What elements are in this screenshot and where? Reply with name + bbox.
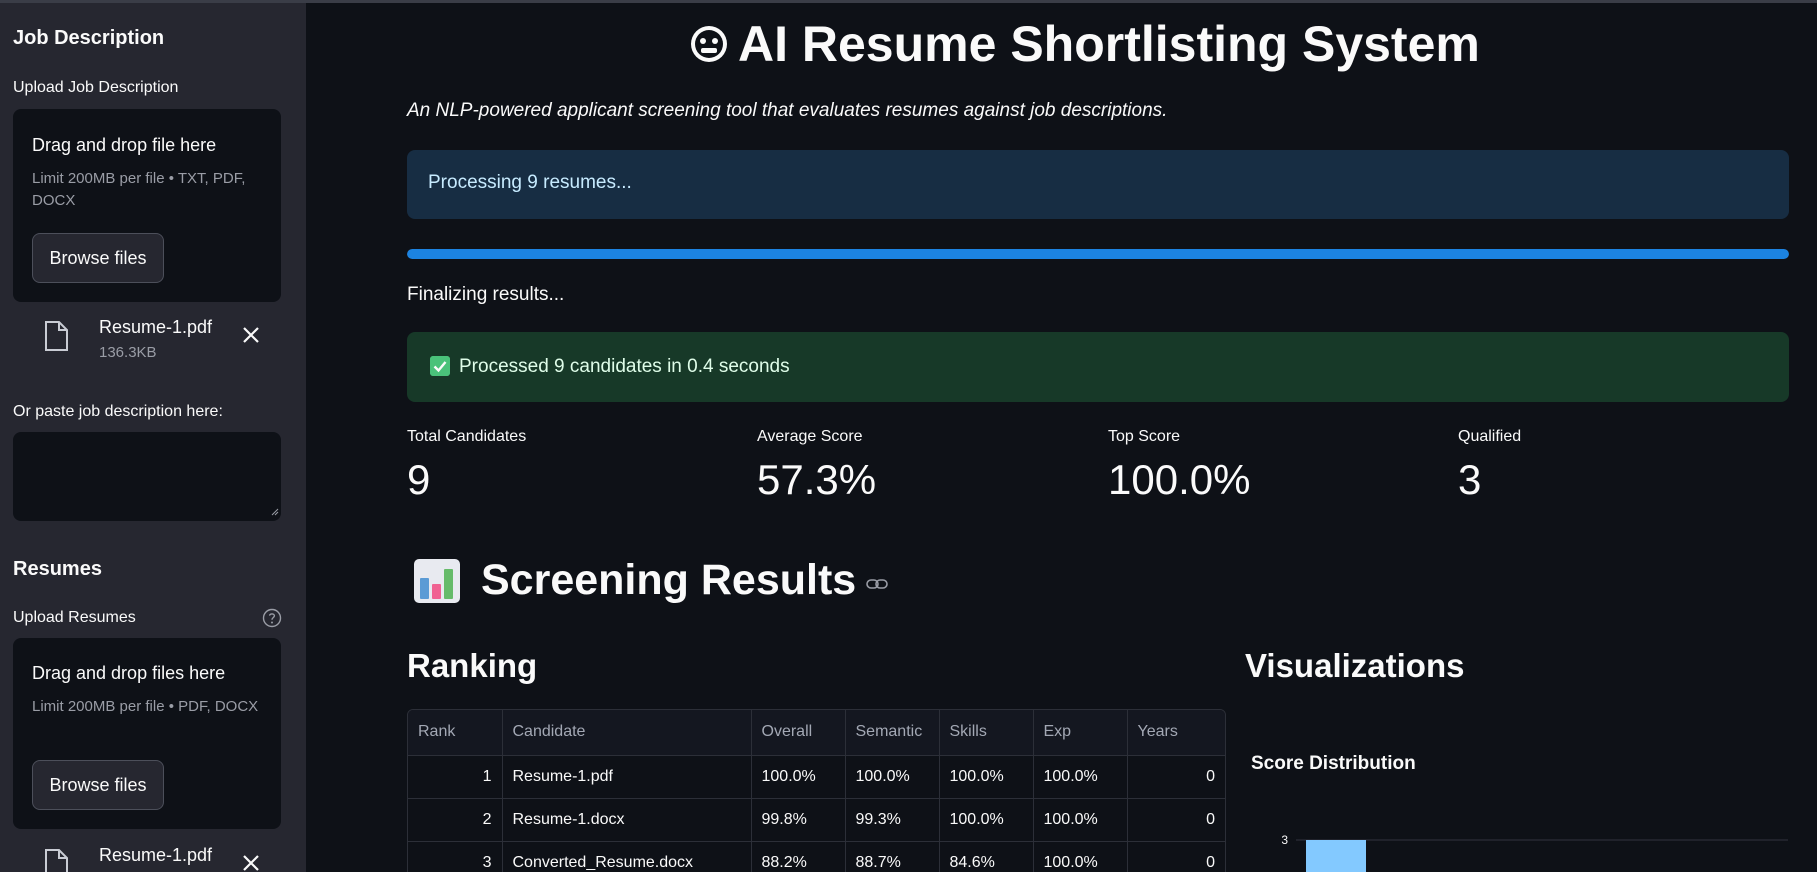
upload-resumes-label: Upload Resumes: [13, 609, 136, 626]
table-header-row: Rank Candidate Overall Semantic Skills E…: [408, 710, 1225, 756]
table-row[interactable]: 1 Resume-1.pdf 100.0% 100.0% 100.0% 100.…: [408, 755, 1225, 799]
paste-job-description-label: Or paste job description here:: [13, 403, 223, 420]
ranking-table[interactable]: Rank Candidate Overall Semantic Skills E…: [407, 709, 1226, 872]
page-title: AI Resume Shortlisting System: [688, 15, 1480, 73]
success-alert-text: Processed 9 candidates in 0.4 seconds: [459, 356, 790, 377]
table-cell[interactable]: Resume-1.docx: [502, 798, 752, 842]
uploaded-resume-file: Resume-1.pdf: [13, 841, 281, 872]
ranking-heading: Ranking: [407, 647, 538, 684]
table-cell[interactable]: 88.2%: [751, 841, 846, 872]
table-cell[interactable]: 0: [1127, 841, 1225, 872]
chart-title: Score Distribution: [1251, 753, 1416, 774]
info-alert: Processing 9 resumes...: [407, 150, 1789, 219]
dropzone-title: Drag and drop file here: [32, 135, 217, 155]
close-icon[interactable]: [239, 851, 263, 872]
table-cell[interactable]: 88.7%: [845, 841, 940, 872]
file-name: Resume-1.pdf: [99, 845, 213, 865]
job-description-heading: Job Description: [13, 27, 165, 49]
page-title-text: AI Resume Shortlisting System: [738, 16, 1480, 72]
table-cell[interactable]: 100.0%: [1033, 755, 1128, 799]
metric-value: 100.0%: [1108, 456, 1251, 503]
file-icon: [45, 849, 68, 872]
table-cell[interactable]: 2: [408, 798, 503, 842]
table-row[interactable]: 3 Converted_Resume.docx 88.2% 88.7% 84.6…: [408, 841, 1225, 872]
metric-label: Qualified: [1458, 428, 1522, 445]
metric-label: Total Candidates: [407, 428, 527, 445]
success-alert: Processed 9 candidates in 0.4 seconds: [407, 332, 1789, 402]
close-icon[interactable]: [239, 323, 263, 347]
table-cell[interactable]: 1: [408, 755, 503, 799]
section-title: Screening Results: [413, 556, 888, 605]
progress-bar-fill: [407, 249, 1789, 259]
upload-job-description-label: Upload Job Description: [13, 79, 179, 96]
metric-label: Average Score: [757, 428, 863, 445]
resize-handle-icon[interactable]: [271, 508, 279, 516]
file-size: 136.3KB: [99, 344, 157, 361]
browse-files-button[interactable]: Browse files: [32, 233, 164, 283]
table-cell[interactable]: 99.8%: [751, 798, 846, 842]
dropzone-title: Drag and drop files here: [32, 663, 226, 683]
resumes-heading: Resumes: [13, 558, 102, 580]
column-header[interactable]: Years: [1127, 710, 1225, 756]
file-icon: [45, 321, 68, 351]
table-cell[interactable]: 0: [1127, 798, 1225, 842]
info-alert-text: Processing 9 resumes...: [428, 172, 632, 193]
table-cell[interactable]: 100.0%: [1033, 798, 1128, 842]
table-row[interactable]: 2 Resume-1.docx 99.8% 99.3% 100.0% 100.0…: [408, 798, 1225, 842]
progress-bar: [407, 249, 1789, 259]
resumes-dropzone[interactable]: Drag and drop files here Limit 200MB per…: [13, 638, 281, 829]
column-header[interactable]: Exp: [1033, 710, 1128, 756]
job-description-dropzone[interactable]: Drag and drop file here Limit 200MB per …: [13, 109, 281, 302]
table-cell[interactable]: 100.0%: [939, 755, 1034, 799]
metric-value: 3: [1458, 456, 1482, 503]
page-subtitle: An NLP-powered applicant screening tool …: [407, 100, 1168, 121]
browse-files-button[interactable]: Browse files: [32, 760, 164, 810]
metric-label: Top Score: [1108, 428, 1181, 445]
check-icon: [430, 356, 450, 376]
column-header[interactable]: Candidate: [502, 710, 752, 756]
table-cell[interactable]: 100.0%: [751, 755, 846, 799]
column-header[interactable]: Overall: [751, 710, 846, 756]
uploaded-job-file: Resume-1.pdf 136.3KB: [13, 313, 281, 363]
table-cell[interactable]: 100.0%: [845, 755, 940, 799]
help-icon[interactable]: [262, 608, 282, 628]
column-header[interactable]: Semantic: [845, 710, 940, 756]
column-header[interactable]: Rank: [408, 710, 503, 756]
score-distribution-chart[interactable]: 3: [1280, 828, 1790, 872]
table-cell[interactable]: 99.3%: [845, 798, 940, 842]
table-cell[interactable]: 100.0%: [1033, 841, 1128, 872]
link-icon[interactable]: [866, 577, 888, 591]
table-cell[interactable]: 100.0%: [939, 798, 1034, 842]
y-tick-label: 3: [1281, 833, 1288, 847]
dropzone-limit-text: Limit 200MB per file • TXT, PDF, DOCX: [32, 170, 246, 209]
column-header[interactable]: Skills: [939, 710, 1034, 756]
metric-value: 9: [407, 456, 431, 503]
table-cell[interactable]: Resume-1.pdf: [502, 755, 752, 799]
progress-status-text: Finalizing results...: [407, 284, 565, 305]
table-cell[interactable]: 84.6%: [939, 841, 1034, 872]
dropzone-limit-text: Limit 200MB per file • PDF, DOCX: [32, 698, 259, 715]
visualizations-heading: Visualizations: [1245, 647, 1465, 684]
job-description-textarea[interactable]: [13, 432, 281, 521]
table-cell[interactable]: Converted_Resume.docx: [502, 841, 752, 872]
bar-chart-icon: [414, 558, 460, 603]
section-title-text: Screening Results: [481, 556, 857, 604]
table-cell[interactable]: 3: [408, 841, 503, 872]
robot-face-icon: [691, 26, 727, 62]
chart-bar[interactable]: [1306, 840, 1366, 872]
file-name: Resume-1.pdf: [99, 317, 213, 337]
table-cell[interactable]: 0: [1127, 755, 1225, 799]
metric-value: 57.3%: [757, 456, 877, 503]
sidebar: Job Description Upload Job Description D…: [0, 3, 306, 872]
